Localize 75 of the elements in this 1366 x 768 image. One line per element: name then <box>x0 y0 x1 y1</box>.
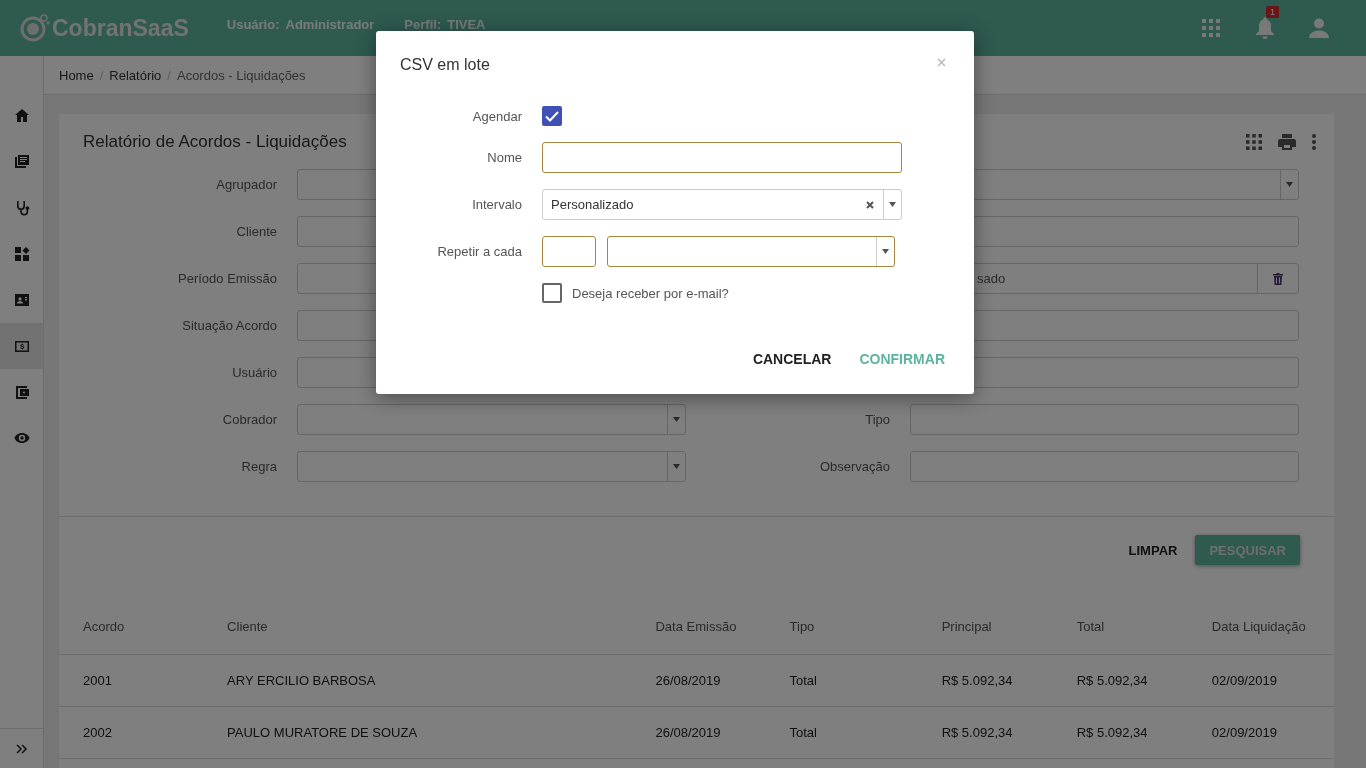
field-label: Intervalo <box>471 197 522 212</box>
table-cell: 2002 <box>59 706 204 759</box>
notification-badge: 1 <box>1266 6 1279 18</box>
field-label: Situação Acordo <box>181 318 278 333</box>
table-cell: R$ 5.092,34 <box>1052 706 1188 759</box>
dialog-title: CSV em lote <box>400 56 490 74</box>
repeat-unit-select[interactable] <box>607 236 895 267</box>
field-value: sado <box>976 270 1007 288</box>
column-header[interactable]: Data Liquidação <box>1187 598 1334 655</box>
select-field[interactable] <box>297 451 686 482</box>
clear-button[interactable]: LIMPAR <box>1126 535 1180 565</box>
table-cell: PAULO MURATORE DE SOUZA <box>203 706 632 759</box>
table-cell: 02/09/2019 <box>1187 654 1334 707</box>
interval-select[interactable]: Personalizado <box>542 189 902 220</box>
checkbox[interactable] <box>542 283 562 303</box>
table-cell: Total <box>765 706 918 759</box>
column-header[interactable]: Acordo <box>59 598 204 655</box>
breadcrumb-separator: / <box>99 67 104 83</box>
column-header[interactable]: Cliente <box>203 598 632 655</box>
home-icon <box>13 108 30 124</box>
column-header[interactable]: Principal <box>917 598 1053 655</box>
field-label: Cobrador <box>221 412 278 427</box>
confirm-button[interactable]: CONFIRMAR <box>851 341 953 377</box>
repeat-count-input[interactable] <box>542 236 596 267</box>
field-label: Período Emissão <box>177 271 278 286</box>
field-label: Nome <box>486 150 522 165</box>
breadcrumb-separator: / <box>167 67 171 83</box>
user-info: Usuário: Administrador <box>226 18 375 32</box>
library-icon <box>13 154 30 170</box>
table-cell: Total <box>765 654 918 707</box>
field-label: Regra <box>240 459 278 474</box>
table-cell: 26/08/2019 <box>631 706 766 759</box>
app-logo: CobranSaaS <box>52 14 189 42</box>
checkbox-label: Deseja receber por e-mail? <box>572 285 729 301</box>
table-cell: 26/08/2019 <box>631 654 766 707</box>
table-cell: R$ 5.092,34 <box>917 706 1053 759</box>
table-cell: ARY ERCILIO BARBOSA <box>203 654 632 707</box>
columns-grid-icon[interactable] <box>1246 133 1262 150</box>
money-icon <box>13 338 30 354</box>
breadcrumb-current: Acordos - Liquidações <box>176 67 306 83</box>
column-header[interactable]: Total <box>1052 598 1188 655</box>
field-label: Agendar <box>471 108 522 124</box>
profile-info: Perfil: TIVEA <box>404 18 486 32</box>
breadcrumb-link[interactable]: Relatório <box>109 67 162 83</box>
table-cell: R$ 5.092,34 <box>1052 654 1188 707</box>
coin-logo-icon <box>20 13 50 43</box>
field-label: Tipo <box>864 412 891 427</box>
trash-icon <box>1273 272 1283 285</box>
field-label: Cliente <box>235 224 278 239</box>
select-field[interactable] <box>297 404 686 435</box>
eye-icon <box>13 430 30 446</box>
wallet-icon <box>13 384 30 400</box>
field-label: Repetir a cada <box>436 244 522 259</box>
cancel-button[interactable]: CANCELAR <box>744 341 840 377</box>
field-label: Agrupador <box>215 177 278 192</box>
contact-card-icon <box>13 292 30 308</box>
table-cell: 02/09/2019 <box>1187 706 1334 759</box>
name-input[interactable] <box>542 142 902 173</box>
card-title: Relatório de Acordos - Liquidações <box>83 131 348 152</box>
column-header[interactable]: Data Emissão <box>631 598 766 655</box>
breadcrumb-link[interactable]: Home <box>59 67 94 83</box>
checkbox[interactable] <box>542 106 562 126</box>
field-label: Usuário <box>231 365 278 380</box>
close-icon <box>937 57 946 67</box>
sidebar-item[interactable] <box>0 323 43 369</box>
double-chevron-icon <box>15 743 28 754</box>
table-cell: 2001 <box>59 654 204 707</box>
input-field[interactable] <box>910 404 1299 435</box>
more-options-icon[interactable] <box>1312 133 1316 150</box>
column-header[interactable]: Tipo <box>765 598 918 655</box>
input-field[interactable] <box>910 451 1299 482</box>
table-cell: R$ 5.092,34 <box>917 654 1053 707</box>
widgets-icon <box>13 246 30 262</box>
field-label: Observação <box>818 459 891 474</box>
print-icon[interactable] <box>1278 133 1296 150</box>
